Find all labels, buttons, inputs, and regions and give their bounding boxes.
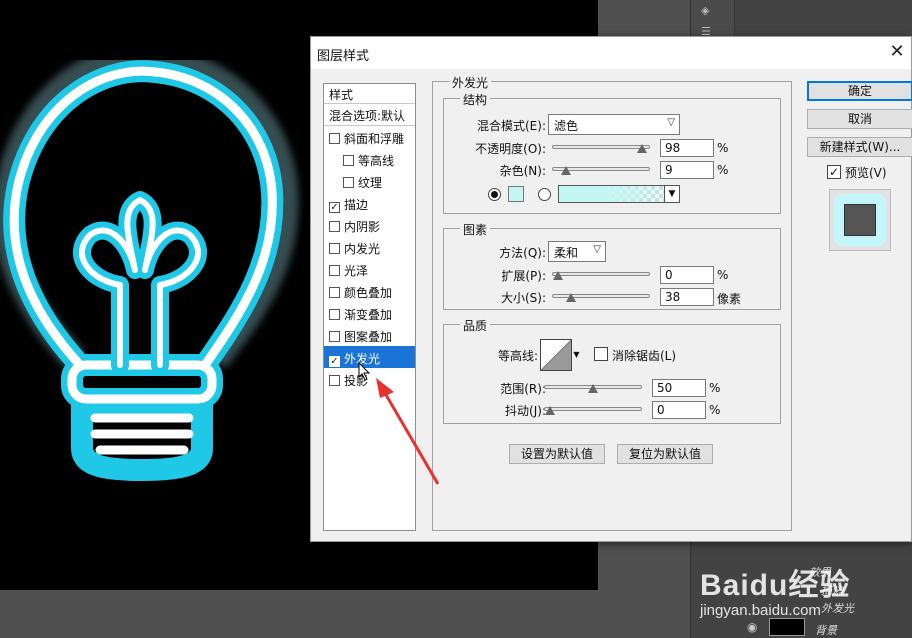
arrow-head bbox=[376, 378, 394, 398]
arrow-shaft bbox=[380, 387, 440, 485]
mouse-cursor-icon bbox=[358, 362, 371, 381]
annotation-arrow bbox=[376, 378, 440, 485]
